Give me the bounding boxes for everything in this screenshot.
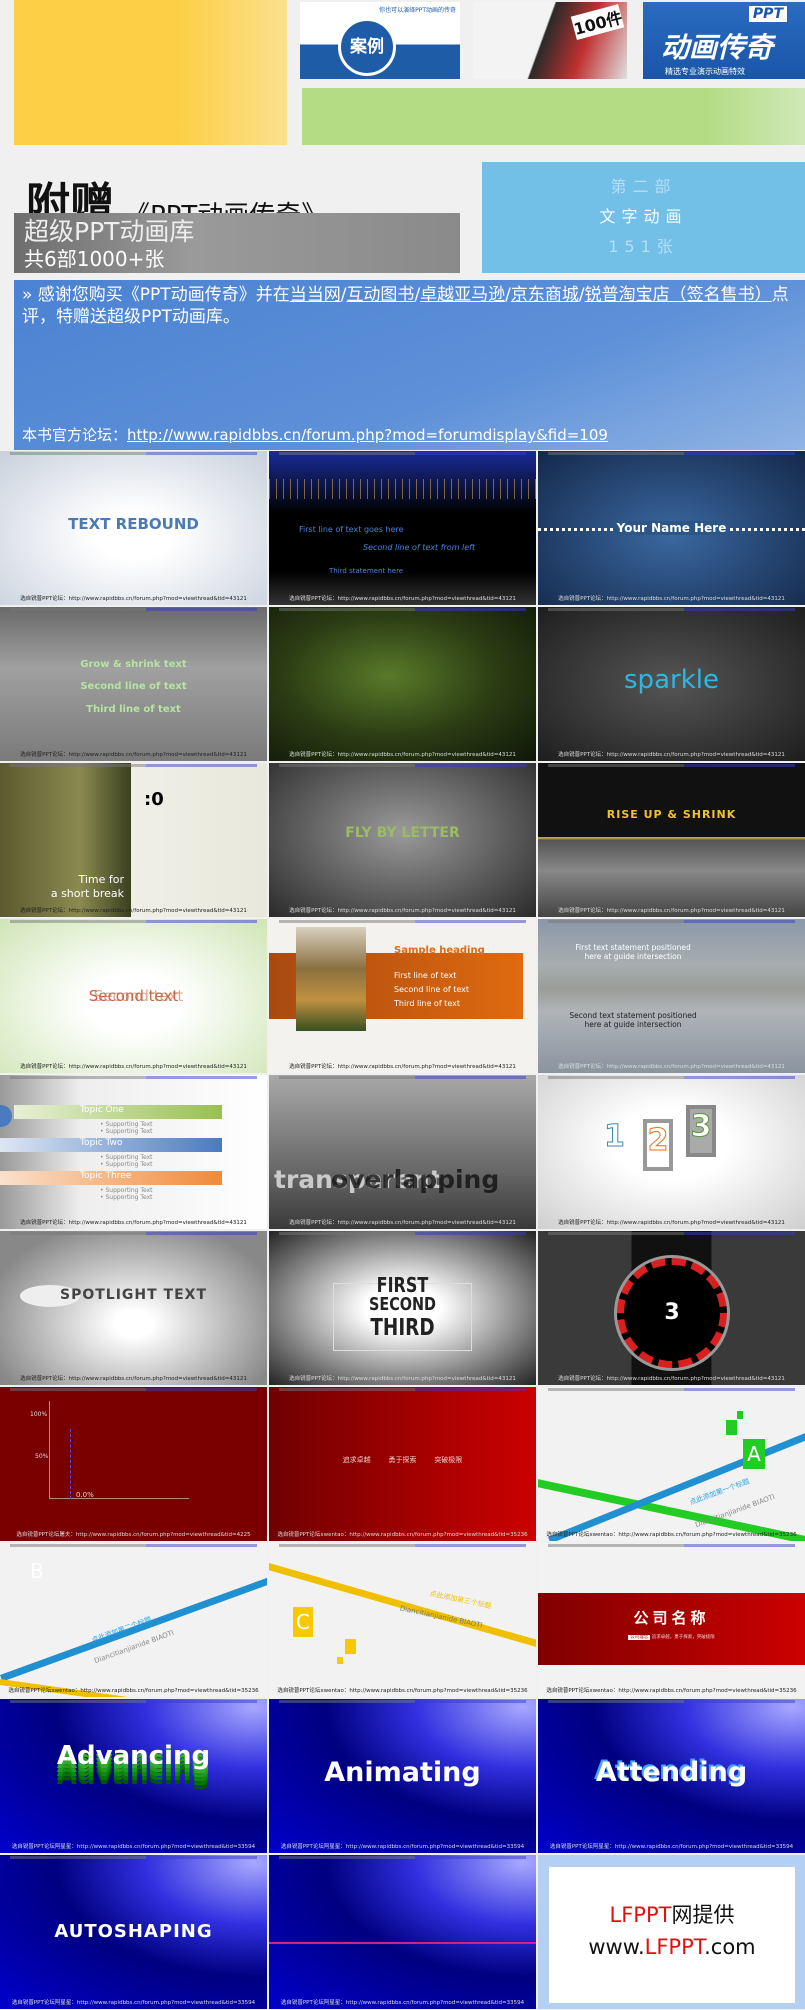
yellow-block (14, 0, 287, 145)
slide-forest[interactable]: 选自锐普PPT论坛：http://www.rapidbbs.cn/forum.p… (269, 607, 536, 761)
slide-attending[interactable]: Attending 选自锐普PPT论坛阿星星：http://www.rapidb… (538, 1699, 805, 1853)
slide-title-c[interactable]: C 点此添加第三个标题 Diancitianjianide BIAOTI 选自锐… (269, 1543, 536, 1697)
slide-spotlight[interactable]: SPOTLIGHT TEXT 选自锐普PPT论坛：http://www.rapi… (0, 1231, 267, 1385)
slide-sparkle[interactable]: sparkle 选自锐普PPT论坛：http://www.rapidbbs.cn… (538, 607, 805, 761)
store-link-amazon[interactable]: 卓越亚马逊 (420, 285, 505, 305)
slide-grow-shrink[interactable]: Grow & shrink text Second line of text T… (0, 607, 267, 761)
case-badge: 案例 (338, 18, 396, 76)
slide-grid: TEXT REBOUND 选自锐普PPT论坛：http://www.rapidb… (0, 451, 805, 2009)
magenta-line (269, 1942, 536, 1944)
cypress-photo (296, 927, 366, 1031)
store-link-hudong[interactable]: 互动图书 (346, 285, 414, 305)
forum-link[interactable]: http://www.rapidbbs.cn/forum.php?mod=for… (127, 426, 608, 444)
book-thumbnail-cover: PPT 动画传奇 精选专业演示动画特效 (643, 2, 805, 79)
slide-autoshaping[interactable]: AUTOSHAPING 选自锐普PPT论坛阿星星：http://www.rapi… (0, 1855, 267, 2009)
slide-fly-by-letter[interactable]: FLY BY LETTER 选自锐普PPT论坛：http://www.rapid… (269, 763, 536, 917)
thanks-text: » 感谢您购买《PPT动画传奇》并在当当网/互动图书/卓越亚马逊/京东商城/锐普… (22, 285, 789, 327)
book-thumbnail-pages: 100件 (473, 2, 627, 79)
thanks-panel: » 感谢您购买《PPT动画传奇》并在当当网/互动图书/卓越亚马逊/京东商城/锐普… (14, 280, 805, 450)
store-link-taobao[interactable]: 锐普淘宝店（签名售书） (585, 285, 772, 305)
slide-title-a[interactable]: A 点此添加第一个标题 Diancitianjianide BIAOTI 选自锐… (538, 1387, 805, 1541)
slide-topics[interactable]: Topic One • Supporting Text • Supporting … (0, 1075, 267, 1229)
part-info: 第二部 文字动画 151张 (482, 162, 805, 273)
green-block (302, 88, 805, 145)
slide-guide-intersection[interactable]: First text statement positioned here at … (538, 919, 805, 1073)
slide-red-slogans[interactable]: 追求卓越 勇于探索 突破极限 选自锐普PPT论坛xwentao：http://w… (269, 1387, 536, 1541)
store-link-dangdang[interactable]: 当当网 (290, 285, 341, 305)
slide-your-name[interactable]: Your Name Here 选自锐普PPT论坛：http://www.rapi… (538, 451, 805, 605)
slide-short-break[interactable]: :0 Time for a short break 选自锐普PPT论坛：http… (0, 763, 267, 917)
slide-countdown[interactable]: 3 选自锐普PPT论坛：http://www.rapidbbs.cn/forum… (538, 1231, 805, 1385)
slide-progress-chart[interactable]: 100% 50% 0.0% 选自锐普PPT论坛屠夫：http://www.rap… (0, 1387, 267, 1541)
store-link-jd[interactable]: 京东商城 (511, 285, 579, 305)
forum-line: 本书官方论坛：http://www.rapidbbs.cn/forum.php?… (22, 426, 608, 444)
book-thumbnail-case: 你也可以演绎PPT动画的传奇 案例 (300, 2, 460, 79)
slide-advancing[interactable]: Advancing 选自锐普PPT论坛阿星星：http://www.rapidb… (0, 1699, 267, 1853)
slide-animating[interactable]: Animating 选自锐普PPT论坛阿星星：http://www.rapidb… (269, 1699, 536, 1853)
slide-123[interactable]: 1 2 3 选自锐普PPT论坛：http://www.rapidbbs.cn/f… (538, 1075, 805, 1229)
slide-sample-heading[interactable]: Sample heading First line of text Second… (269, 919, 536, 1073)
slide-company-name[interactable]: 公司名称 公司理念 追求卓越，勇于探索，突破极限 选自锐普PPT论坛xwenta… (538, 1543, 805, 1697)
slide-city-lines[interactable]: First line of text goes here Second line… (269, 451, 536, 605)
slide-rise-up[interactable]: RISE UP & SHRINK 选自锐普PPT论坛：http://www.ra… (538, 763, 805, 917)
slide-second-text[interactable]: Second text Second text 选自锐普PPT论坛：http:/… (0, 919, 267, 1073)
slide-line[interactable]: 选自锐普PPT论坛阿星星：http://www.rapidbbs.cn/foru… (269, 1855, 536, 2009)
library-banner: 超级PPT动画库 共6部1000+张 (14, 213, 460, 273)
slide-title-b[interactable]: B 点此添加第二个标题 Diancitianjianide BIAOTI 选自锐… (0, 1543, 267, 1697)
slide-transparent-overlapping[interactable]: transparent overlapping 选自锐普PPT论坛：http:/… (269, 1075, 536, 1229)
lfppt-card[interactable]: LFPPT网提供 www.LFPPT.com (538, 1855, 805, 2009)
slide-first-second-third[interactable]: FIRST SECOND THIRD 选自锐普PPT论坛：http://www.… (269, 1231, 536, 1385)
slide-text-rebound[interactable]: TEXT REBOUND 选自锐普PPT论坛：http://www.rapidb… (0, 451, 267, 605)
